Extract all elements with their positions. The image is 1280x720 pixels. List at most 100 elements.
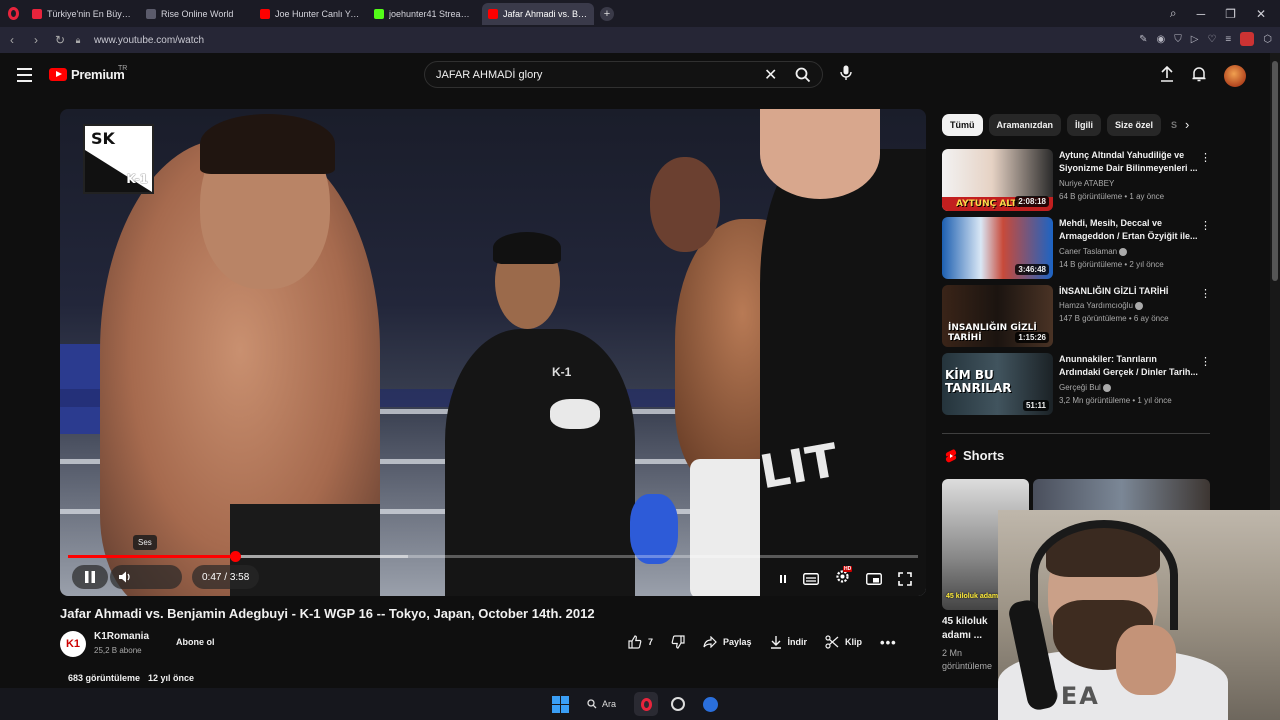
channel-name[interactable]: K1Romania bbox=[94, 631, 149, 642]
page-scrollbar[interactable] bbox=[1270, 53, 1280, 510]
dislike-button[interactable] bbox=[671, 630, 685, 654]
upload-icon[interactable] bbox=[1160, 65, 1174, 87]
recommendation-item[interactable]: AYTUNÇ ALTI 2:08:18 Aytunç Altındal Yahu… bbox=[942, 149, 1211, 211]
more-vert-icon[interactable]: ⋮ bbox=[1200, 219, 1211, 232]
subscribe-button[interactable]: Abone ol bbox=[166, 630, 225, 654]
chip-truncated[interactable]: S bbox=[1167, 114, 1183, 136]
recommendation-title[interactable]: Aytunç Altındal Yahudiliğe ve Siyonizme … bbox=[1059, 149, 1199, 175]
forward-icon[interactable]: › bbox=[24, 33, 48, 47]
search-tabs-icon[interactable]: ⌕ bbox=[1170, 6, 1177, 21]
scrollbar-thumb[interactable] bbox=[1272, 61, 1278, 281]
video-player[interactable]: K-1 LIT SK K-1 Ses 0:47 / 3:58 HD bbox=[60, 109, 926, 596]
share-button[interactable]: Paylaş bbox=[703, 630, 752, 654]
menu-icon[interactable]: ≡ bbox=[1225, 34, 1231, 45]
recommendation-item[interactable]: İNSANLIĞIN GİZLİ TARİHİ 1:15:26 İNSANLIĞ… bbox=[942, 285, 1211, 347]
steam-app-icon[interactable] bbox=[698, 692, 722, 716]
video-thumbnail[interactable]: 3:46:48 bbox=[942, 217, 1053, 279]
more-actions-button[interactable]: ••• bbox=[880, 630, 897, 654]
subscriber-count: 25,2 B abone bbox=[94, 646, 142, 655]
browser-tab[interactable]: Türkiye'nin En Büyük Oyun bbox=[26, 3, 138, 25]
video-thumbnail[interactable]: AYTUNÇ ALTI 2:08:18 bbox=[942, 149, 1053, 211]
browser-tab[interactable]: Rise Online World bbox=[140, 3, 252, 25]
user-avatar[interactable] bbox=[1224, 65, 1246, 87]
recommendation-title[interactable]: Anunnakiler: Tanrıların Ardındaki Gerçek… bbox=[1059, 353, 1199, 379]
maximize-icon[interactable]: ❐ bbox=[1225, 7, 1236, 21]
search-input[interactable]: JAFAR AHMADİ glory ✕ bbox=[424, 61, 823, 88]
more-vert-icon[interactable]: ⋮ bbox=[1200, 151, 1211, 164]
camera-icon[interactable]: ◉ bbox=[1157, 34, 1166, 45]
back-icon[interactable]: ‹ bbox=[0, 33, 24, 47]
tab-label: Türkiye'nin En Büyük Oyun bbox=[47, 8, 132, 19]
more-vert-icon[interactable]: ⋮ bbox=[1200, 287, 1211, 300]
download-button[interactable]: İndir bbox=[770, 630, 807, 654]
fighter-left-hair bbox=[200, 114, 335, 174]
volume-tooltip: Ses bbox=[133, 535, 157, 550]
recommendation-item[interactable]: KİM BU TANRILAR 51:11 Anunnakiler: Tanrı… bbox=[942, 353, 1211, 415]
taskbar-search[interactable]: Ara bbox=[577, 692, 626, 716]
progress-bar[interactable] bbox=[68, 551, 918, 562]
opera-logo-icon[interactable] bbox=[0, 0, 26, 27]
search-icon[interactable] bbox=[795, 67, 811, 88]
headset bbox=[1030, 520, 1178, 630]
hamburger-menu-icon[interactable] bbox=[17, 68, 32, 86]
windows-start-icon[interactable] bbox=[552, 695, 569, 713]
clear-search-icon[interactable]: ✕ bbox=[764, 65, 777, 85]
extension-icon[interactable]: ⬡ bbox=[1263, 34, 1272, 45]
thumbs-up-icon bbox=[628, 635, 642, 649]
clip-label: Klip bbox=[845, 637, 863, 647]
player-icon[interactable]: ▷ bbox=[1191, 34, 1199, 45]
clip-button[interactable]: Klip bbox=[825, 630, 862, 654]
lock-icon: 🔒︎ bbox=[75, 34, 81, 45]
more-horizontal-icon: ••• bbox=[880, 634, 897, 650]
recommendation-item[interactable]: 3:46:48 Mehdi, Mesih, Deccal ve Armagedd… bbox=[942, 217, 1211, 279]
autoplay-toggle-icon[interactable] bbox=[779, 574, 787, 584]
close-window-icon[interactable]: ✕ bbox=[1256, 7, 1266, 21]
video-thumbnail[interactable]: KİM BU TANRILAR 51:11 bbox=[942, 353, 1053, 415]
recommendation-title[interactable]: İNSANLIĞIN GİZLİ TARİHİ bbox=[1059, 285, 1199, 298]
more-vert-icon[interactable]: ⋮ bbox=[1200, 355, 1211, 368]
like-button[interactable]: 7 bbox=[628, 630, 653, 654]
minimize-icon[interactable]: ─ bbox=[1197, 7, 1206, 21]
opera-gx-app-icon[interactable] bbox=[634, 692, 659, 716]
play-pause-button[interactable] bbox=[72, 565, 108, 589]
reload-icon[interactable]: ↻ bbox=[48, 33, 72, 47]
video-description-stats[interactable]: 683 görüntüleme 12 yıl önce bbox=[68, 673, 194, 683]
edit-icon[interactable]: ✎ bbox=[1139, 34, 1147, 45]
profile-icon[interactable] bbox=[1240, 32, 1255, 46]
short-title[interactable]: 45 kiloluk adamı ... bbox=[942, 615, 1002, 643]
shield-icon[interactable]: ⛉ bbox=[1174, 34, 1182, 45]
fullscreen-icon[interactable] bbox=[898, 572, 912, 586]
channel-avatar[interactable]: K1 bbox=[60, 631, 86, 657]
recommendation-title[interactable]: Mehdi, Mesih, Deccal ve Armageddon / Ert… bbox=[1059, 217, 1199, 243]
recommendation-channel[interactable]: Caner Taslaman bbox=[1059, 247, 1128, 256]
volume-icon[interactable] bbox=[118, 570, 132, 584]
settings-button[interactable]: HD bbox=[835, 566, 853, 589]
tab-favicon bbox=[374, 8, 384, 19]
browser-tab[interactable]: joehunter41 Stream - Kick bbox=[368, 3, 480, 25]
chip-all[interactable]: Tümü bbox=[942, 114, 983, 136]
chevron-right-icon[interactable]: › bbox=[1185, 117, 1189, 132]
url-field[interactable]: www.youtube.com/watch bbox=[94, 35, 204, 46]
volume-control[interactable] bbox=[110, 565, 182, 589]
filter-chips: Tümü Aramanızdan İlgili Size özel S bbox=[942, 114, 1183, 136]
recommendation-channel[interactable]: Gerçeği Bul bbox=[1059, 383, 1111, 392]
notifications-bell-icon[interactable] bbox=[1192, 66, 1206, 87]
premium-wordmark: Premium bbox=[71, 67, 125, 82]
microphone-icon[interactable] bbox=[840, 65, 852, 86]
chip-for-you[interactable]: Size özel bbox=[1107, 114, 1162, 136]
chip-related[interactable]: İlgili bbox=[1067, 114, 1102, 136]
app-icon[interactable] bbox=[666, 692, 690, 716]
video-thumbnail[interactable]: İNSANLIĞIN GİZLİ TARİHİ 1:15:26 bbox=[942, 285, 1053, 347]
heart-icon[interactable]: ♡ bbox=[1207, 34, 1216, 45]
new-tab-button[interactable]: + bbox=[600, 6, 614, 21]
chip-from-search[interactable]: Aramanızdan bbox=[988, 114, 1062, 136]
youtube-logo[interactable]: Premium TR bbox=[49, 65, 127, 82]
thumbs-down-icon bbox=[671, 635, 685, 649]
miniplayer-icon[interactable] bbox=[866, 573, 882, 585]
tab-label: Jafar Ahmadi vs. Benjar bbox=[503, 8, 588, 19]
recommendation-channel[interactable]: Nuriye ATABEY bbox=[1059, 179, 1114, 188]
browser-tab-active[interactable]: Jafar Ahmadi vs. Benjar bbox=[482, 2, 594, 25]
subtitles-icon[interactable] bbox=[803, 573, 819, 585]
recommendation-channel[interactable]: Hamza Yardımcıoğlu bbox=[1059, 301, 1143, 310]
browser-tab[interactable]: Joe Hunter Canlı Yayını - Y bbox=[254, 3, 366, 25]
